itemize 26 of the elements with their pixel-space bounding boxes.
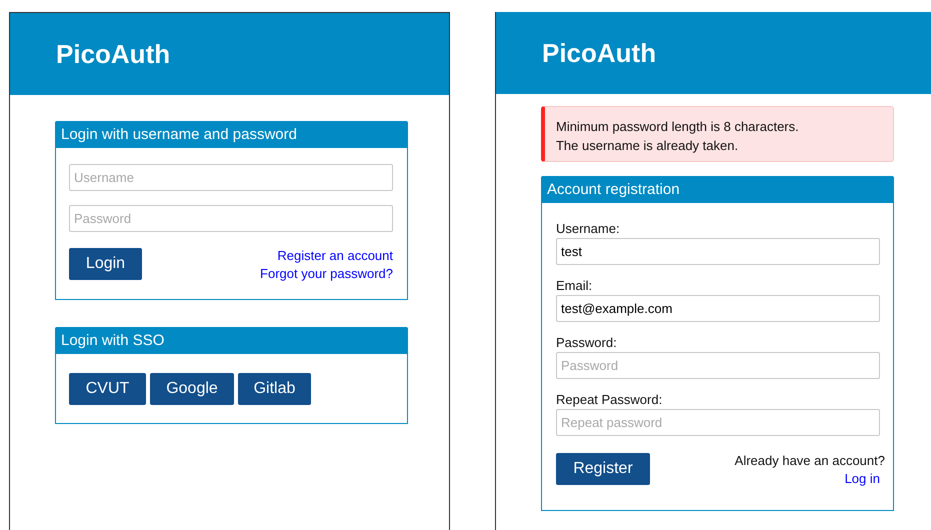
- register-button[interactable]: Register: [556, 453, 650, 485]
- sso-button[interactable]: Google: [150, 373, 234, 405]
- input-field[interactable]: Repeat password: [556, 409, 880, 436]
- card-header: Login with SSO: [55, 327, 408, 354]
- error-message: Minimum password length is 8 characters.: [556, 118, 800, 136]
- field-label: Email:: [556, 277, 594, 294]
- username-field[interactable]: Username: [69, 164, 393, 191]
- login-prompt: Already have an account?: [734, 452, 885, 470]
- card-header: Account registration: [540, 176, 894, 203]
- input-field[interactable]: test: [556, 238, 880, 265]
- sso-button[interactable]: Gitlab: [238, 373, 311, 405]
- error-message: The username is already taken.: [556, 137, 740, 155]
- sso-button[interactable]: CVUT: [69, 373, 146, 405]
- field-label: Password:: [556, 334, 618, 351]
- input-field[interactable]: Password: [556, 352, 880, 379]
- card-header: Login with username and password: [55, 121, 408, 148]
- input-field[interactable]: test@example.com: [556, 295, 880, 322]
- link[interactable]: Forgot your password?: [260, 265, 393, 283]
- site-title: PicoAuth: [56, 38, 170, 70]
- field-label: Repeat Password:: [556, 391, 664, 408]
- login-button[interactable]: Login: [69, 248, 142, 280]
- login-link[interactable]: Log in: [844, 470, 880, 488]
- password-field[interactable]: Password: [69, 205, 393, 232]
- link[interactable]: Register an account: [277, 247, 393, 265]
- field-label: Username:: [556, 220, 621, 237]
- site-title: PicoAuth: [542, 36, 656, 70]
